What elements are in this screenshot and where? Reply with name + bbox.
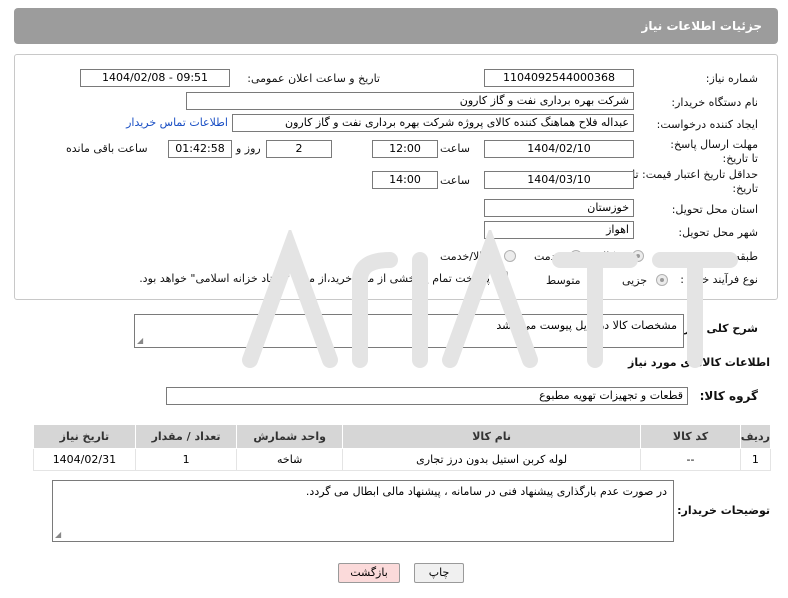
page-title: جزئیات اطلاعات نیاز: [14, 8, 778, 44]
category-option-goods-service: کالا/خدمت: [440, 250, 488, 263]
remaining-word: ساعت باقی مانده: [66, 142, 148, 155]
process-option-medium: متوسط: [546, 274, 581, 287]
deadline-label: مهلت ارسال پاسخ: تا تاریخ:: [670, 138, 758, 165]
goods-group-label: گروه کالا:: [699, 389, 758, 403]
price-validity-label: حداقل تاریخ اعتبار قیمت: تا تاریخ:: [632, 168, 758, 195]
need-number-field: 1104092544000368: [484, 69, 634, 87]
deadline-date-field: 1404/02/10: [484, 140, 634, 158]
announce-label: تاریخ و ساعت اعلان عمومی:: [247, 72, 380, 85]
category-option-service: خدمت: [534, 250, 564, 263]
days-field: 2: [266, 140, 332, 158]
goods-table: ردیف کد کالا نام کالا واحد شمارش تعداد /…: [33, 424, 772, 471]
process-radio-partial[interactable]: [656, 274, 668, 286]
city-label: شهر محل تحویل:: [678, 226, 758, 239]
category-radio-goods-service[interactable]: [504, 250, 516, 262]
requester-label: ایجاد کننده درخواست:: [656, 118, 758, 131]
cell-name: لوله کربن استیل بدون درز تجاری: [341, 448, 642, 471]
province-label: استان محل تحویل:: [671, 203, 758, 216]
days-word: روز و: [236, 142, 261, 155]
cell-unit: شاخه: [236, 448, 343, 471]
requester-field: عبداله فلاح هماهنگ کننده کالای پروژه شرک…: [232, 114, 634, 132]
buyer-notes-text: در صورت عدم بارگذاری پیشنهاد فنی در ساما…: [305, 485, 667, 498]
col-name: نام کالا: [341, 424, 642, 449]
buyer-org-label: نام دستگاه خریدار:: [671, 96, 758, 109]
goods-table-header: ردیف کد کالا نام کالا واحد شمارش تعداد /…: [33, 424, 772, 449]
buyer-org-field: شرکت بهره برداری نفت و گاز کارون: [186, 92, 634, 110]
price-validity-time-word: ساعت: [440, 174, 470, 187]
col-code: کد کالا: [640, 424, 741, 449]
print-button[interactable]: چاپ: [414, 563, 464, 583]
deadline-time-field: 12:00: [372, 140, 438, 158]
category-radio-goods[interactable]: [632, 250, 644, 262]
resize-grip-icon[interactable]: ◢: [137, 336, 143, 345]
remaining-time-field: 01:42:58: [168, 140, 232, 158]
buyer-notes-label: توضیحات خریدار:: [677, 504, 770, 517]
process-label: نوع فرآیند خرید :: [680, 273, 758, 286]
description-text: مشخصات کالا در فایل پیوست می باشد: [496, 319, 677, 332]
need-number-label: شماره نیاز:: [705, 72, 758, 85]
resize-grip-icon[interactable]: ◢: [55, 530, 61, 539]
description-label: شرح کلی نیاز:: [679, 322, 758, 335]
col-unit: واحد شمارش: [236, 424, 343, 449]
cell-qty: 1: [134, 448, 238, 471]
description-textarea: مشخصات کالا در فایل پیوست می باشد ◢: [134, 314, 684, 348]
category-radio-service[interactable]: [570, 250, 582, 262]
treasury-payment-checkbox[interactable]: [496, 271, 508, 283]
city-field: اهواز: [484, 221, 634, 239]
category-option-goods: کالا: [600, 250, 615, 263]
goods-table-wrapper: ردیف کد کالا نام کالا واحد شمارش تعداد /…: [33, 424, 772, 471]
goods-group-field: قطعات و تجهیزات تهویه مطبوع: [166, 387, 688, 405]
cell-date: 1404/02/31: [33, 448, 136, 471]
process-option-partial: جزیی: [622, 274, 648, 287]
process-radio-medium[interactable]: [590, 274, 602, 286]
cell-code: --: [640, 448, 741, 471]
back-button[interactable]: بازگشت: [338, 563, 400, 583]
province-field: خوزستان: [484, 199, 634, 217]
buyer-notes-textarea: در صورت عدم بارگذاری پیشنهاد فنی در ساما…: [52, 480, 674, 542]
col-row: ردیف: [739, 424, 772, 449]
announce-field: 1404/02/08 - 09:51: [80, 69, 230, 87]
treasury-payment-note: پرداخت تمام یا بخشی از مبلغ خرید،از محل …: [139, 272, 490, 285]
table-row[interactable]: 1 -- لوله کربن استیل بدون درز تجاری شاخه…: [33, 448, 772, 471]
price-validity-time-field: 14:00: [372, 171, 438, 189]
goods-section-title: اطلاعات کالاهای مورد نیاز: [628, 356, 770, 369]
category-label: طبقه بندی موضوعی:: [660, 250, 758, 263]
col-date: تاریخ نیاز: [33, 424, 136, 449]
price-validity-date-field: 1404/03/10: [484, 171, 634, 189]
buyer-contact-link[interactable]: اطلاعات تماس خریدار: [122, 116, 228, 129]
deadline-time-word: ساعت: [440, 142, 470, 155]
cell-row: 1: [739, 448, 772, 471]
col-qty: تعداد / مقدار: [134, 424, 238, 449]
